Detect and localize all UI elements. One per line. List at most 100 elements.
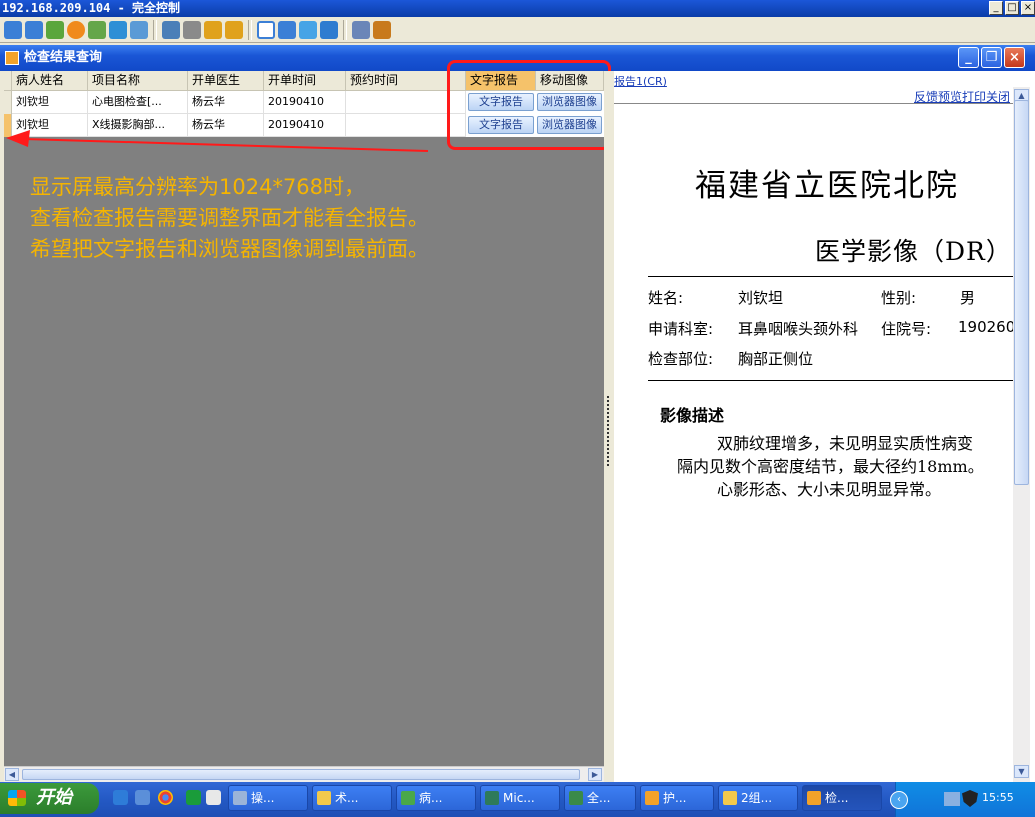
- screen-icon[interactable]: [4, 20, 22, 39]
- tools-icon[interactable]: [373, 20, 391, 39]
- file-transfer-icon[interactable]: [46, 20, 64, 39]
- part-value: 胸部正侧位: [738, 350, 814, 368]
- network-tray-icon[interactable]: [944, 792, 960, 806]
- network-icon[interactable]: [183, 20, 201, 39]
- sex-label: 性别:: [881, 289, 917, 307]
- dept-value: 耳鼻咽喉头颈外科: [738, 320, 859, 338]
- upload-icon[interactable]: [162, 20, 180, 39]
- taskbar-item-label: 护...: [663, 791, 687, 805]
- notepad-icon[interactable]: [206, 790, 221, 805]
- report-subtitle: 医学影像（DR）: [815, 237, 1012, 266]
- annotation-text: 显示屏最高分辨率为1024*768时， 查看检查报告需要调整界面才能看全报告。 …: [30, 172, 590, 265]
- fullscreen-icon[interactable]: [278, 20, 296, 39]
- annotation-line: 希望把文字报告和浏览器图像调到最前面。: [30, 237, 429, 261]
- phone-icon[interactable]: [109, 20, 127, 39]
- power-icon[interactable]: [67, 20, 85, 39]
- shield-icon[interactable]: [962, 790, 978, 807]
- scroll-right-icon[interactable]: ▶: [588, 768, 602, 781]
- lock-icon[interactable]: [204, 20, 222, 39]
- taskbar-item[interactable]: 操...: [228, 785, 308, 811]
- remote-close-button[interactable]: ×: [1021, 1, 1035, 15]
- taskbar-item[interactable]: 2组...: [718, 785, 798, 811]
- window-icon[interactable]: [257, 20, 275, 39]
- sex-value: 男: [960, 289, 976, 307]
- app-orange-icon: [807, 791, 821, 805]
- part-label: 检查部位:: [648, 350, 714, 368]
- minimize-button[interactable]: _: [958, 47, 979, 68]
- excel-icon: [485, 791, 499, 805]
- folder-icon: [317, 791, 331, 805]
- taskbar-item-label: 2组...: [741, 791, 773, 805]
- horizontal-scrollbar[interactable]: ◀ ▶: [4, 766, 604, 782]
- hospital-name: 福建省立医院北院: [695, 168, 959, 204]
- scroll-thumb[interactable]: [1014, 100, 1029, 485]
- ie-icon[interactable]: [113, 790, 128, 805]
- remote-toolbar: [0, 17, 1035, 43]
- splitter[interactable]: [604, 71, 614, 782]
- divider: [648, 380, 1013, 381]
- restore-button[interactable]: ❐: [981, 47, 1002, 68]
- taskbar-item[interactable]: 病...: [396, 785, 476, 811]
- name-value: 刘钦坦: [738, 289, 784, 307]
- scroll-down-icon[interactable]: ▼: [1014, 765, 1029, 778]
- column-header-patient[interactable]: 病人姓名: [12, 71, 88, 91]
- taskbar-item[interactable]: 全...: [564, 785, 636, 811]
- outlook-icon[interactable]: [135, 790, 150, 805]
- chat-icon[interactable]: [88, 20, 106, 39]
- highlight-box: [447, 60, 611, 150]
- cell-order-time: 20190410: [264, 91, 346, 114]
- copy-icon[interactable]: [352, 20, 370, 39]
- taskbar-item[interactable]: 术...: [312, 785, 392, 811]
- user-icon: [233, 791, 247, 805]
- chrome-icon[interactable]: [158, 790, 173, 805]
- app-s-icon[interactable]: [186, 790, 201, 805]
- windows-logo-icon: [8, 790, 26, 806]
- column-header-doctor[interactable]: 开单医生: [188, 71, 264, 91]
- clock: 15:55: [982, 791, 1014, 804]
- remote-maximize-button[interactable]: □: [1005, 1, 1019, 15]
- print-preview-link[interactable]: 反馈预览打印关闭: [914, 88, 1010, 105]
- name-label: 姓名:: [648, 289, 684, 307]
- start-button[interactable]: 开始: [0, 783, 99, 814]
- app-green-icon: [401, 791, 415, 805]
- dept-label: 申请科室:: [648, 320, 714, 338]
- annotation-line: 显示屏最高分辨率为1024*768时，: [30, 175, 366, 199]
- toolbar-separator: [248, 19, 252, 40]
- toolbar-separator: [343, 19, 347, 40]
- chevron-left-icon[interactable]: ‹: [890, 791, 908, 809]
- scroll-thumb[interactable]: [22, 769, 580, 780]
- annotation-line: 查看检查报告需要调整界面才能看全报告。: [30, 206, 429, 230]
- taskbar-item-label: 检...: [825, 791, 849, 805]
- description-heading: 影像描述: [660, 406, 725, 425]
- divider: [648, 276, 1013, 277]
- taskbar-item-label: 全...: [587, 791, 611, 805]
- taskbar-item-label: 病...: [419, 791, 443, 805]
- app-title: 检查结果查询: [24, 50, 103, 65]
- remote-title: 192.168.209.104 - 完全控制: [2, 1, 181, 15]
- message-icon[interactable]: [130, 20, 148, 39]
- grid-corner: [4, 71, 12, 91]
- taskbar-item[interactable]: 护...: [640, 785, 714, 811]
- close-button[interactable]: ×: [1004, 47, 1025, 68]
- column-header-order-time[interactable]: 开单时间: [264, 71, 346, 91]
- toolbar-separator: [153, 19, 157, 40]
- splitter-grip[interactable]: [607, 396, 611, 466]
- description-line: 隔内见数个高密度结节，最大径约18mm。: [677, 457, 984, 476]
- terminal-icon[interactable]: [25, 20, 43, 39]
- system-tray: ‹: [890, 782, 1035, 817]
- ward-value: 1902605: [958, 318, 1013, 336]
- unlock-icon[interactable]: [225, 20, 243, 39]
- row-selector[interactable]: [4, 91, 12, 114]
- taskbar-item-label: Mic...: [503, 791, 535, 805]
- taskbar-item[interactable]: Mic...: [480, 785, 560, 811]
- fit-icon[interactable]: [299, 20, 317, 39]
- cell-item: 心电图检查[...: [88, 91, 188, 114]
- annotation-arrow: [6, 130, 429, 152]
- remote-title-bar: 192.168.209.104 - 完全控制: [0, 0, 1035, 17]
- remote-minimize-button[interactable]: _: [989, 1, 1003, 15]
- scale-icon[interactable]: [320, 20, 338, 39]
- taskbar-item[interactable]: 检...: [802, 785, 882, 811]
- taskbar-item-label: 术...: [335, 791, 359, 805]
- column-header-item[interactable]: 项目名称: [88, 71, 188, 91]
- scroll-left-icon[interactable]: ◀: [5, 768, 19, 781]
